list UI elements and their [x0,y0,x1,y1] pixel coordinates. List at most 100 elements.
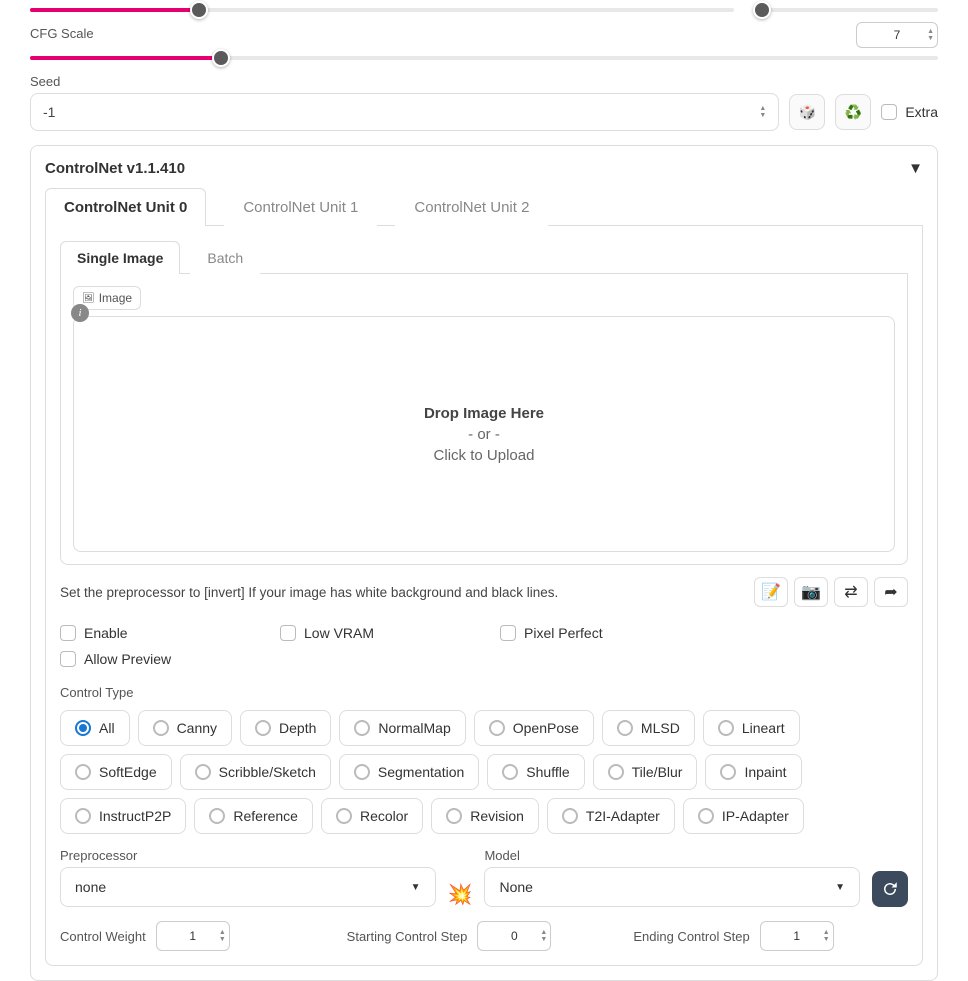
radio-circle [153,720,169,736]
checkbox-label: Enable [84,625,128,641]
control-type-reference[interactable]: Reference [194,798,313,834]
control-type-lineart[interactable]: Lineart [703,710,800,746]
radio-label: IP-Adapter [722,808,789,824]
radio-label: OpenPose [513,720,579,736]
image-drop-zone[interactable]: Drop Image Here - or - Click to Upload [73,316,895,552]
control-type-shuffle[interactable]: Shuffle [487,754,584,790]
checkbox-label: Pixel Perfect [524,625,603,641]
control-weight-label: Control Weight [60,929,146,944]
control-type-recolor[interactable]: Recolor [321,798,423,834]
extra-checkbox[interactable] [881,104,897,120]
control-type-normalmap[interactable]: NormalMap [339,710,465,746]
control-type-inpaint[interactable]: Inpaint [705,754,801,790]
top-slider-right[interactable] [758,8,938,12]
control-type-canny[interactable]: Canny [138,710,232,746]
control-type-revision[interactable]: Revision [431,798,539,834]
tab-controlnet-unit-1[interactable]: ControlNet Unit 1 [224,188,377,226]
cfg-value-input[interactable]: 7 ▲▼ [856,22,938,48]
subtab-batch[interactable]: Batch [190,241,260,274]
cfg-slider[interactable] [30,56,938,60]
edit-button[interactable]: 📝 [754,577,788,607]
checkbox-box[interactable] [60,651,76,667]
preprocessor-select[interactable]: none ▼ [60,867,436,907]
dice-icon: 🎲 [799,104,816,121]
radio-circle [255,720,271,736]
checkbox-label: Allow Preview [84,651,171,667]
control-type-ip-adapter[interactable]: IP-Adapter [683,798,804,834]
control-type-openpose[interactable]: OpenPose [474,710,594,746]
control-type-depth[interactable]: Depth [240,710,331,746]
control-weight-input[interactable]: 1 ▲▼ [156,921,230,951]
chevron-down-icon[interactable]: ▼ [927,35,934,42]
caret-down-icon: ▼ [411,882,421,893]
checkbox-box[interactable] [280,625,296,641]
seed-input[interactable]: -1 ▲▼ [30,93,779,131]
control-type-softedge[interactable]: SoftEdge [60,754,172,790]
collapse-icon[interactable]: ▼ [908,160,923,177]
image-icon: 🖼 [82,293,95,304]
tab-controlnet-unit-0[interactable]: ControlNet Unit 0 [45,188,206,226]
send-button[interactable]: ➦ [874,577,908,607]
control-type-tile-blur[interactable]: Tile/Blur [593,754,698,790]
radio-label: Canny [177,720,217,736]
run-preprocessor-button[interactable]: 💥 [448,882,473,907]
control-type-scribble-sketch[interactable]: Scribble/Sketch [180,754,331,790]
radio-circle [502,764,518,780]
radio-circle [195,764,211,780]
checkbox-box[interactable] [60,625,76,641]
radio-label: InstructP2P [99,808,171,824]
top-slider-left[interactable] [30,8,734,12]
checkbox-allow-preview[interactable]: Allow Preview [60,651,270,667]
subtab-single-image[interactable]: Single Image [60,241,180,274]
radio-label: MLSD [641,720,680,736]
info-icon[interactable]: i [71,304,89,322]
control-type-segmentation[interactable]: Segmentation [339,754,479,790]
arrow-up-right-icon: ➦ [884,582,897,602]
radio-circle [489,720,505,736]
radio-label: Segmentation [378,764,464,780]
pencil-icon: 📝 [761,582,781,602]
radio-label: Reference [233,808,298,824]
radio-label: Tile/Blur [632,764,683,780]
controlnet-title: ControlNet v1.1.410 [45,160,185,177]
radio-label: SoftEdge [99,764,157,780]
camera-icon: 📷 [801,582,821,602]
radio-circle [75,764,91,780]
radio-label: Inpaint [744,764,786,780]
control-type-all[interactable]: All [60,710,130,746]
radio-circle [446,808,462,824]
checkbox-pixel-perfect[interactable]: Pixel Perfect [500,625,710,641]
radio-circle [608,764,624,780]
end-step-input[interactable]: 1 ▲▼ [760,921,834,951]
model-select[interactable]: None ▼ [484,867,860,907]
checkbox-enable[interactable]: Enable [60,625,270,641]
control-type-t2i-adapter[interactable]: T2I-Adapter [547,798,675,834]
end-step-label: Ending Control Step [633,929,749,944]
radio-circle [336,808,352,824]
preprocessor-hint: Set the preprocessor to [invert] If your… [60,585,558,600]
refresh-icon [881,880,899,898]
radio-circle [75,808,91,824]
checkbox-box[interactable] [500,625,516,641]
start-step-input[interactable]: 0 ▲▼ [477,921,551,951]
chevron-up-icon[interactable]: ▲ [759,105,766,112]
camera-button[interactable]: 📷 [794,577,828,607]
radio-circle [698,808,714,824]
chevron-up-icon[interactable]: ▲ [927,28,934,35]
control-type-instructp2p[interactable]: InstructP2P [60,798,186,834]
radio-circle [562,808,578,824]
tab-controlnet-unit-2[interactable]: ControlNet Unit 2 [395,188,548,226]
swap-button[interactable]: ⇄ [834,577,868,607]
radio-label: Depth [279,720,316,736]
refresh-models-button[interactable] [872,871,908,907]
checkbox-low-vram[interactable]: Low VRAM [280,625,490,641]
reuse-seed-button[interactable]: ♻️ [835,94,871,130]
radio-label: T2I-Adapter [586,808,660,824]
cfg-label: CFG Scale [30,26,94,41]
control-type-mlsd[interactable]: MLSD [602,710,695,746]
radio-label: Recolor [360,808,408,824]
swap-icon: ⇄ [844,582,857,602]
radio-label: Shuffle [526,764,569,780]
chevron-down-icon[interactable]: ▼ [759,112,766,119]
random-seed-button[interactable]: 🎲 [789,94,825,130]
